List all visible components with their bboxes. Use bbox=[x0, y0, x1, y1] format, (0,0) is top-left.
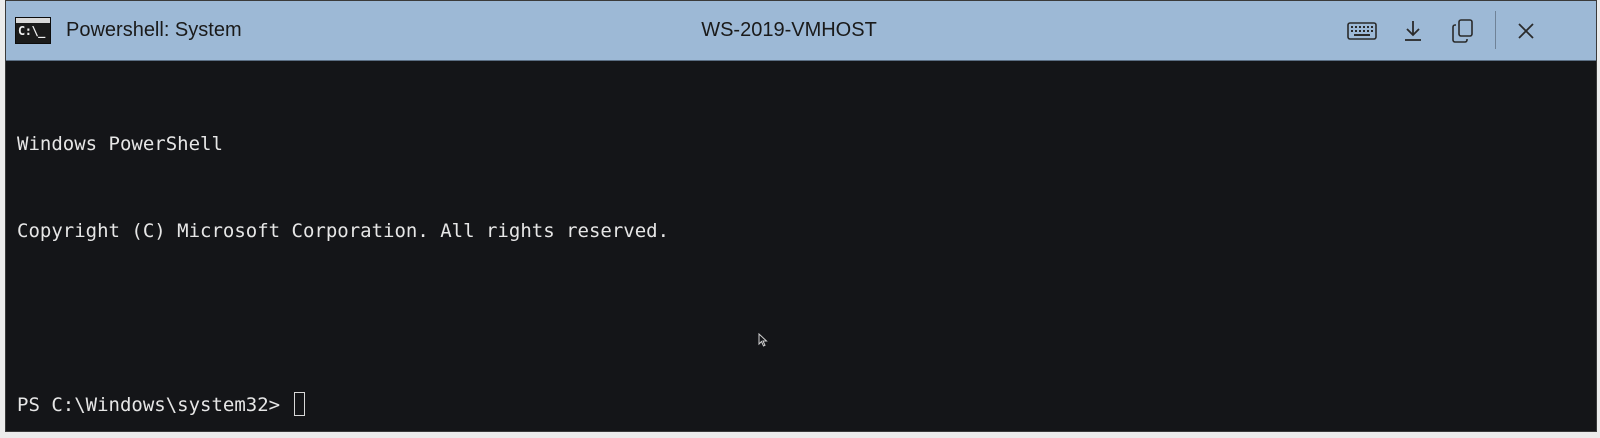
text-cursor bbox=[293, 392, 305, 416]
terminal-prompt-line[interactable]: PS C:\Windows\system32> bbox=[17, 391, 1596, 420]
terminal-line-banner: Windows PowerShell bbox=[17, 133, 223, 155]
keyboard-icon bbox=[1347, 22, 1377, 40]
close-icon bbox=[1518, 23, 1534, 39]
download-icon bbox=[1405, 21, 1421, 41]
mouse-pointer-icon bbox=[758, 333, 768, 347]
download-button[interactable] bbox=[1396, 14, 1430, 48]
close-button[interactable] bbox=[1509, 14, 1543, 48]
title-bar: C:\_ Powershell: System WS-2019-VMHOST bbox=[6, 1, 1596, 61]
terminal-window: C:\_ Powershell: System WS-2019-VMHOST W… bbox=[5, 0, 1597, 432]
host-name: WS-2019-VMHOST bbox=[701, 19, 877, 41]
keyboard-button[interactable] bbox=[1345, 14, 1379, 48]
copy-icon bbox=[1452, 19, 1473, 43]
terminal-output[interactable]: Windows PowerShell Copyright (C) Microso… bbox=[6, 61, 1596, 431]
titlebar-separator bbox=[1495, 11, 1496, 49]
copy-button[interactable] bbox=[1446, 14, 1480, 48]
terminal-line-copyright: Copyright (C) Microsoft Corporation. All… bbox=[17, 220, 670, 242]
terminal-prompt: PS C:\Windows\system32> bbox=[17, 394, 292, 416]
